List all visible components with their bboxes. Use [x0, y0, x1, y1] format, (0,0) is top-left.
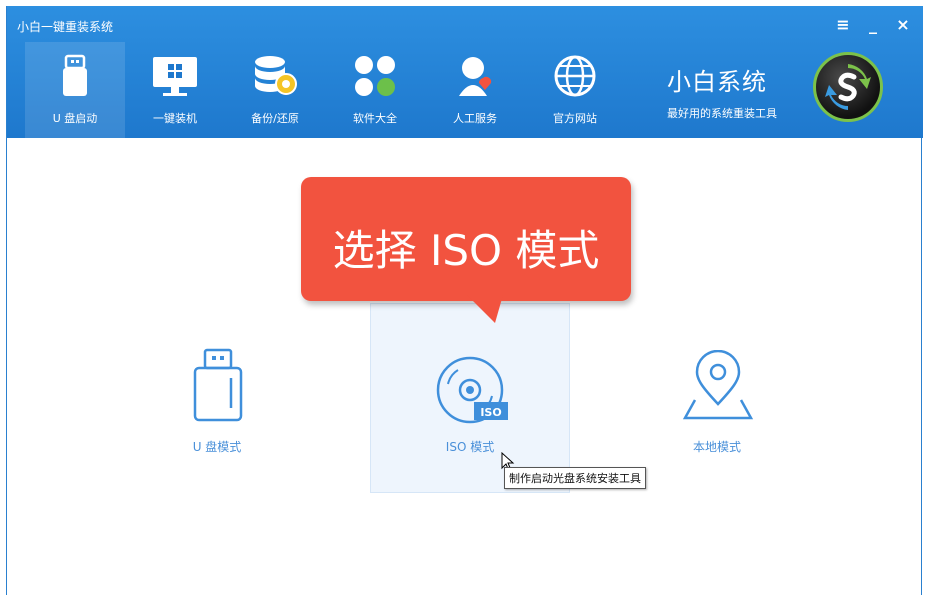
nav-label: 软件大全: [353, 112, 397, 125]
app-logo-icon: [813, 52, 883, 122]
callout-text: 选择 ISO 模式: [332, 226, 600, 275]
nav-label: 备份/还原: [251, 112, 299, 125]
main-nav: U 盘启动 一键装机 备份/还原 软件大全 人工服务 官方网站: [25, 42, 625, 138]
instruction-callout: 选择 ISO 模式: [301, 177, 631, 323]
globe-icon: [525, 54, 625, 98]
location-pin-icon: [681, 349, 755, 426]
brand-subtitle: 最好用的系统重装工具: [667, 107, 777, 120]
iso-mode-card[interactable]: ISO ISO 模式: [370, 303, 570, 493]
app-window: 小白一键重装系统 ≡ _ × U 盘启动 一键装机 备份/还原 软件大全 人工服…: [6, 6, 923, 595]
usb-drive-icon: [191, 348, 245, 426]
support-person-icon: [425, 54, 525, 98]
nav-item-one-click-install[interactable]: 一键装机: [125, 42, 225, 138]
brand-title: 小白系统: [667, 68, 767, 96]
iso-badge: ISO: [480, 406, 502, 419]
nav-item-backup-restore[interactable]: 备份/还原: [225, 42, 325, 138]
minimize-button[interactable]: _: [859, 10, 887, 38]
brand: 小白系统 最好用的系统重装工具: [667, 62, 777, 121]
callout-pointer: [467, 295, 503, 323]
close-button[interactable]: ×: [889, 10, 917, 38]
nav-item-usb-boot[interactable]: U 盘启动: [25, 42, 125, 138]
nav-label: U 盘启动: [52, 112, 98, 125]
nav-item-support[interactable]: 人工服务: [425, 42, 525, 138]
local-mode-card[interactable]: 本地模式: [647, 328, 787, 468]
software-grid-icon: [325, 54, 425, 98]
usb-mode-label: U 盘模式: [192, 440, 242, 454]
nav-label: 一键装机: [153, 112, 197, 125]
nav-item-website[interactable]: 官方网站: [525, 42, 625, 138]
nav-label: 官方网站: [553, 112, 597, 125]
nav-item-software[interactable]: 软件大全: [325, 42, 425, 138]
database-backup-icon: [225, 54, 325, 98]
menu-button[interactable]: ≡: [829, 10, 857, 38]
iso-mode-label: ISO 模式: [445, 440, 495, 454]
usb-drive-icon: [25, 54, 125, 98]
usb-mode-card[interactable]: U 盘模式: [147, 328, 287, 468]
local-mode-label: 本地模式: [692, 440, 741, 454]
header-bar: 小白一键重装系统 ≡ _ × U 盘启动 一键装机 备份/还原 软件大全 人工服…: [7, 6, 923, 138]
iso-mode-tooltip: 制作启动光盘系统安装工具: [504, 467, 646, 489]
nav-label: 人工服务: [453, 112, 497, 125]
monitor-windows-icon: [125, 54, 225, 98]
window-controls: ≡ _ ×: [829, 10, 917, 38]
window-title: 小白一键重装系统: [17, 20, 114, 34]
